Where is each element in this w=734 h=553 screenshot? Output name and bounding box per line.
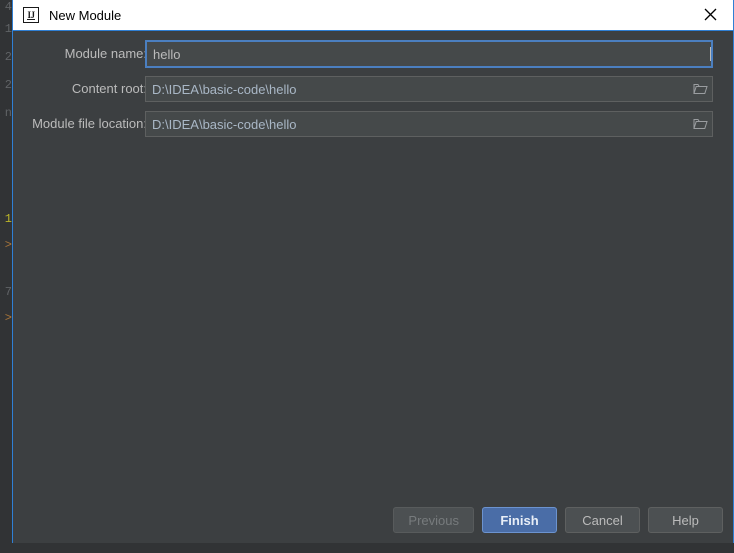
module-name-input-value: hello bbox=[153, 46, 181, 62]
module-file-location-input-value: D:\IDEA\basic-code\hello bbox=[152, 116, 297, 132]
dialog-titlebar: IJ New Module bbox=[13, 0, 733, 31]
label-module-file-location: Module file location: bbox=[32, 116, 147, 131]
content-root-input-value: D:\IDEA\basic-code\hello bbox=[152, 81, 297, 97]
module-name-input[interactable]: hello bbox=[145, 40, 713, 68]
dialog-body: Module name: hello Content root: D:\IDEA… bbox=[13, 31, 733, 543]
intellij-idea-icon: IJ bbox=[23, 7, 39, 23]
content-root-input[interactable]: D:\IDEA\basic-code\hello bbox=[145, 76, 713, 102]
form-row-content-root: Content root: D:\IDEA\basic-code\hello bbox=[13, 76, 733, 102]
form-row-module-name: Module name: hello bbox=[13, 40, 733, 68]
folder-icon[interactable] bbox=[688, 112, 712, 136]
dialog-title: New Module bbox=[49, 7, 122, 23]
dialog-button-bar: Previous Finish Cancel Help bbox=[393, 507, 723, 533]
module-file-location-input[interactable]: D:\IDEA\basic-code\hello bbox=[145, 111, 713, 137]
intellij-idea-icon-underline bbox=[27, 19, 35, 20]
finish-button[interactable]: Finish bbox=[482, 507, 557, 533]
folder-icon[interactable] bbox=[688, 77, 712, 101]
label-content-root: Content root: bbox=[71, 81, 147, 96]
cancel-button[interactable]: Cancel bbox=[565, 507, 640, 533]
label-module-name: Module name: bbox=[64, 46, 147, 61]
close-icon[interactable] bbox=[688, 0, 733, 29]
previous-button[interactable]: Previous bbox=[393, 507, 474, 533]
form-row-module-file-location: Module file location: D:\IDEA\basic-code… bbox=[13, 111, 733, 137]
new-module-dialog: IJ New Module Module name: hello Content… bbox=[12, 0, 734, 543]
text-caret bbox=[710, 47, 711, 61]
help-button[interactable]: Help bbox=[648, 507, 723, 533]
